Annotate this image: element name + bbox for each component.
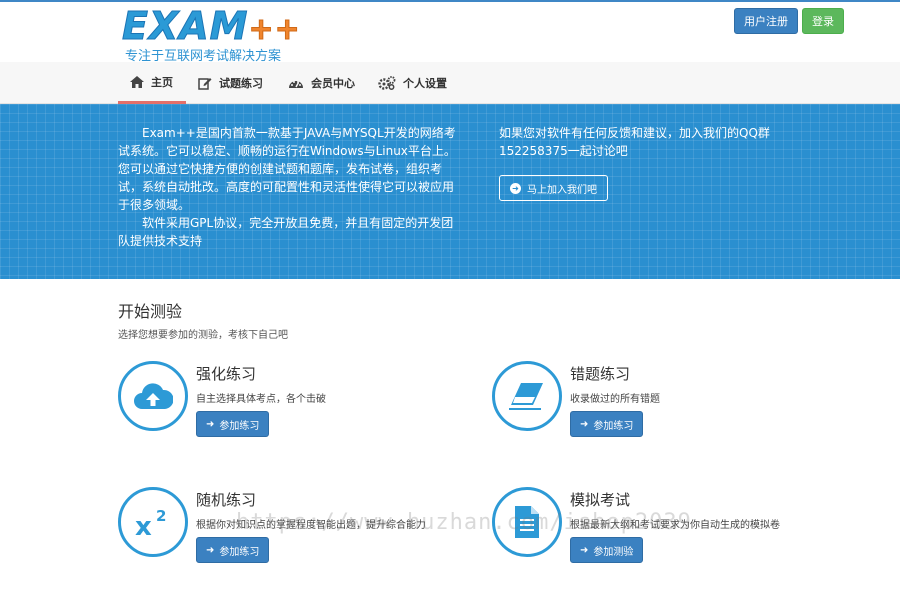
home-icon xyxy=(130,75,144,88)
svg-text:2: 2 xyxy=(156,507,166,525)
card-description: 自主选择具体考点，各个击破 xyxy=(196,394,326,405)
cloud-upload-icon xyxy=(134,383,173,409)
nav-item-home[interactable]: 主页 xyxy=(118,62,186,104)
nav-item-practice[interactable]: 试题练习 xyxy=(198,62,263,104)
edit-icon xyxy=(198,78,212,90)
card-icon-ring: x 2 xyxy=(118,487,188,557)
button-label: 参加练习 xyxy=(219,546,260,558)
eraser-icon xyxy=(509,383,543,410)
nav-item-label: 试题练习 xyxy=(219,77,263,90)
logo-wordmark: EXAM++ xyxy=(121,4,301,48)
superscript-icon: x 2 xyxy=(135,507,166,539)
nav-item-label: 会员中心 xyxy=(311,77,355,90)
arrow-circle-icon: ➜ xyxy=(510,182,521,194)
join-practice-button[interactable]: ➜ 参加练习 xyxy=(196,537,270,563)
header: EXAM++ 专注于互联网考试解决方案 用户注册 登录 xyxy=(0,0,900,65)
arrow-right-icon: ➜ xyxy=(580,544,589,556)
intro-text: Exam++是国内首款一款基于JAVA与MYSQL开发的网络考试系统。它可以稳定… xyxy=(118,124,458,250)
card-intensive-practice: 强化练习 自主选择具体考点，各个击破 ➜ 参加练习 xyxy=(118,361,488,451)
section-subtitle: 选择您想要参加的测验，考核下自己吧 xyxy=(118,330,288,341)
nav-item-label: 主页 xyxy=(151,75,173,89)
card-wrong-questions: 错题练习 收录做过的所有错题 ➜ 参加练习 xyxy=(492,361,862,451)
dashboard-icon xyxy=(289,81,303,88)
join-practice-button[interactable]: ➜ 参加练习 xyxy=(570,411,644,437)
main-nav: 主页 试题练习 会员中心 个人设置 xyxy=(0,62,900,104)
join-exam-button[interactable]: ➜ 参加测验 xyxy=(570,537,644,563)
nav-item-member[interactable]: 会员中心 xyxy=(288,62,355,104)
join-practice-button[interactable]: ➜ 参加练习 xyxy=(196,411,270,437)
card-title: 错题练习 xyxy=(570,365,631,383)
feedback-text: 如果您对软件有任何反馈和建议，加入我们的QQ群152258375一起讨论吧 xyxy=(499,126,770,158)
nav-item-label: 个人设置 xyxy=(403,77,447,90)
gears-icon xyxy=(378,76,396,90)
join-group-button[interactable]: ➜ 马上加入我们吧 xyxy=(499,175,608,201)
join-group-label: 马上加入我们吧 xyxy=(527,184,597,196)
arrow-right-icon: ➜ xyxy=(206,544,215,556)
watermark: https://www.huzhan.com/ishop2039 xyxy=(236,510,692,535)
card-title: 强化练习 xyxy=(196,365,257,383)
nav-item-settings[interactable]: 个人设置 xyxy=(378,62,447,104)
card-icon-ring xyxy=(492,361,562,431)
card-icon-ring xyxy=(118,361,188,431)
card-title: 随机练习 xyxy=(196,491,257,509)
card-description: 收录做过的所有错题 xyxy=(570,394,660,405)
intro-paragraph: Exam++是国内首款一款基于JAVA与MYSQL开发的网络考试系统。它可以稳定… xyxy=(118,126,456,212)
register-button[interactable]: 用户注册 xyxy=(734,8,798,34)
card-title: 模拟考试 xyxy=(570,491,631,509)
svg-text:x: x xyxy=(135,512,152,539)
intro-paragraph: 软件采用GPL协议，完全开放且免费，并且有固定的开发团队提供技术支持 xyxy=(118,216,454,248)
button-label: 参加练习 xyxy=(593,420,634,432)
logo[interactable]: EXAM++ 专注于互联网考试解决方案 xyxy=(121,4,322,65)
button-label: 参加练习 xyxy=(219,420,260,432)
section-title: 开始测验 xyxy=(118,302,183,321)
button-label: 参加测验 xyxy=(593,546,634,558)
arrow-right-icon: ➜ xyxy=(580,418,589,430)
arrow-right-icon: ➜ xyxy=(206,418,215,430)
login-button[interactable]: 登录 xyxy=(802,8,844,34)
hero-banner: Exam++是国内首款一款基于JAVA与MYSQL开发的网络考试系统。它可以稳定… xyxy=(0,104,900,279)
